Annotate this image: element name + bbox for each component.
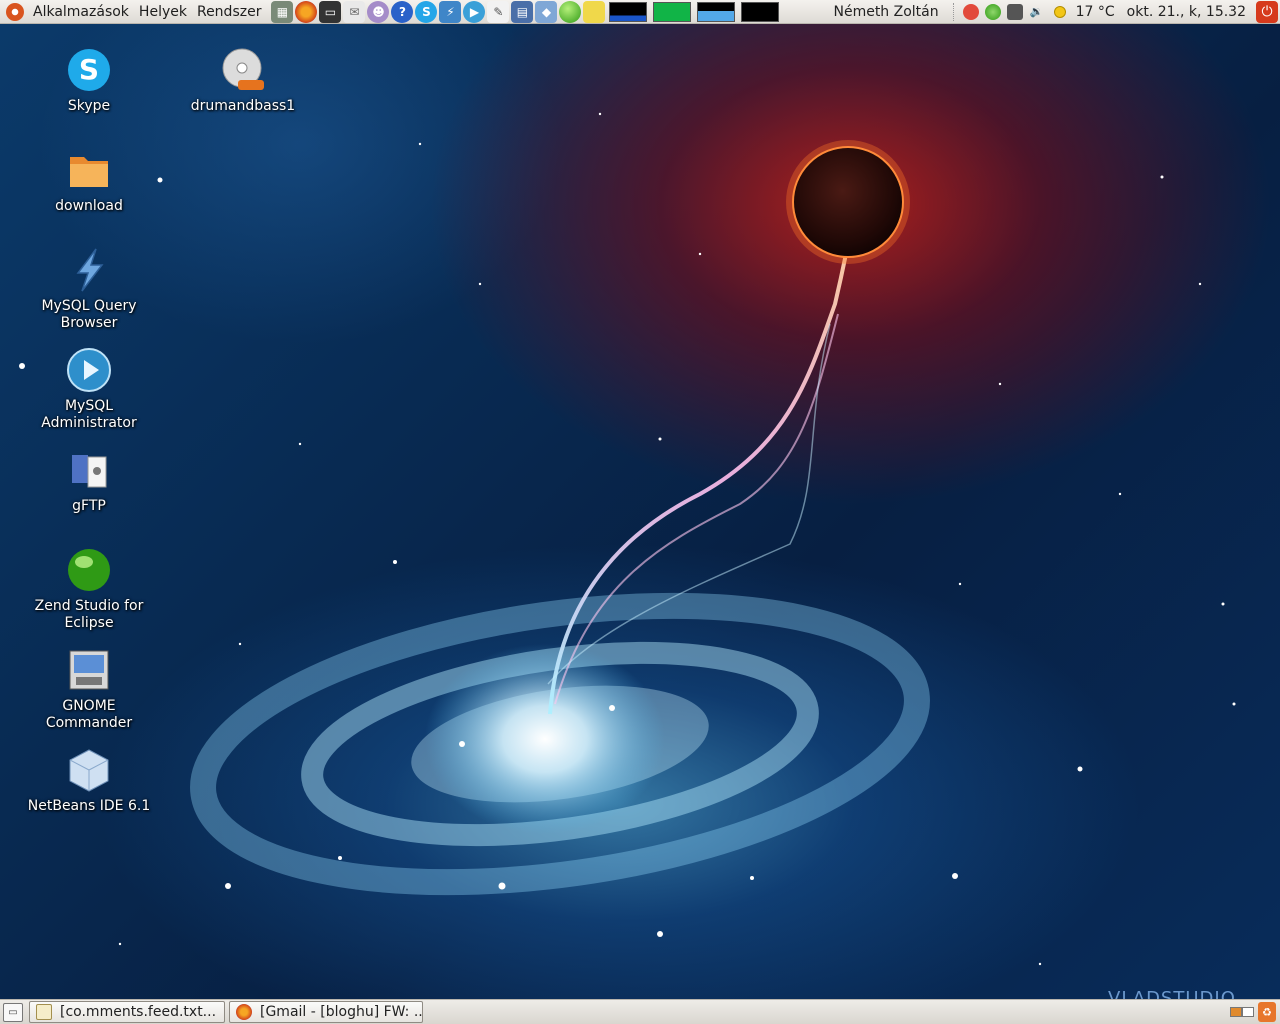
text-editor-icon xyxy=(36,1004,52,1020)
trash-icon[interactable]: ♻ xyxy=(1258,1002,1276,1022)
mail-icon[interactable]: ✉ xyxy=(343,0,366,23)
svg-text:S: S xyxy=(79,53,99,86)
desktop-icon-label: NetBeans IDE 6.1 xyxy=(27,798,151,814)
taskbar-item-text-editor[interactable]: [co.mments.feed.txt... xyxy=(29,1001,225,1023)
desktop-icon-label: MySQL Query Browser xyxy=(41,298,137,331)
wallpaper-watermark: VLADSTUDIO xyxy=(1108,988,1236,999)
gftp-icon xyxy=(65,446,113,494)
power-icon[interactable]: ⏻ xyxy=(1256,0,1278,23)
play-icon[interactable]: ▶ xyxy=(463,0,486,23)
desktop-icon-mysql-query-browser[interactable]: MySQL Query Browser xyxy=(14,246,164,332)
desktop-icon-skype[interactable]: S Skype xyxy=(14,46,164,115)
desktop-icon-label: download xyxy=(55,198,123,214)
menu-places[interactable]: Helyek xyxy=(134,0,192,24)
taskbar-item-firefox[interactable]: [Gmail - [bloghu] FW: ... xyxy=(229,1001,423,1023)
cube-icon xyxy=(65,746,113,794)
taskbar-item-label: [Gmail - [bloghu] FW: ... xyxy=(260,1004,423,1020)
desktop-icon-drumandbass1[interactable]: drumandbass1 xyxy=(168,46,318,115)
desktop-icon-label: Zend Studio for Eclipse xyxy=(34,598,144,631)
network-icon[interactable] xyxy=(1006,3,1023,20)
memory-monitor-icon[interactable] xyxy=(653,1,692,22)
lightning-icon xyxy=(65,246,113,294)
folder-icon xyxy=(65,146,113,194)
help-icon[interactable]: ? xyxy=(391,0,414,23)
calculator-icon[interactable]: ▦ xyxy=(271,0,294,23)
desktop-icon-label: Skype xyxy=(67,98,111,114)
panel-separator xyxy=(952,2,956,21)
system-tray: Németh Zoltán 🔉 17 °C okt. 21., k, 15.32… xyxy=(827,0,1280,24)
desktop-wallpaper: VLADSTUDIO xyxy=(0,24,1280,999)
desktop-icon-mysql-administrator[interactable]: MySQL Administrator xyxy=(14,346,164,432)
clock[interactable]: okt. 21., k, 15.32 xyxy=(1121,4,1252,20)
desktop-icon-download[interactable]: download xyxy=(14,146,164,215)
pidgin-icon[interactable]: ☻ xyxy=(367,0,390,23)
dvd-disc-icon xyxy=(219,46,267,94)
workspace-1[interactable] xyxy=(1230,1007,1242,1017)
wallpaper-art xyxy=(19,112,1236,966)
skype-icon: S xyxy=(65,46,113,94)
file-manager-icon[interactable]: ▤ xyxy=(511,0,534,23)
network-monitor-icon[interactable] xyxy=(697,1,736,22)
play-icon xyxy=(65,346,113,394)
temperature[interactable]: 17 °C xyxy=(1070,4,1121,20)
volume-icon[interactable]: 🔉 xyxy=(1029,4,1045,20)
top-panel: Alkalmazások Helyek Rendszer ▦ ▭ ✉ ☻ ? S… xyxy=(0,0,1280,24)
file-manager-icon xyxy=(65,646,113,694)
show-desktop-button[interactable]: ▭ xyxy=(3,1002,23,1022)
user-name[interactable]: Németh Zoltán xyxy=(827,4,948,20)
workspace-switcher[interactable] xyxy=(1230,1007,1254,1017)
workspace-2[interactable] xyxy=(1242,1007,1254,1017)
cube-icon[interactable]: ◆ xyxy=(535,0,558,23)
taskbar-item-label: [co.mments.feed.txt... xyxy=(60,1004,217,1020)
firefox-icon[interactable] xyxy=(295,0,318,23)
ubuntu-logo-icon[interactable] xyxy=(6,2,24,21)
launcher-bar: ▦ ▭ ✉ ☻ ? S ⚡ ▶ ✎ ▤ ◆ xyxy=(270,0,782,23)
cpu-monitor-icon[interactable] xyxy=(609,1,648,22)
desktop-icon-gnome-commander[interactable]: GNOME Commander xyxy=(14,646,164,732)
firefox-icon xyxy=(236,1004,252,1020)
weather-sun-icon[interactable] xyxy=(1053,5,1066,18)
folder-icon[interactable] xyxy=(583,0,606,23)
desktop-icon-label: gFTP xyxy=(72,498,106,514)
document-icon[interactable]: ✎ xyxy=(487,0,510,23)
messenger-status-icon[interactable] xyxy=(962,3,979,20)
bottom-panel: ▭ [co.mments.feed.txt... [Gmail - [blogh… xyxy=(0,999,1280,1024)
desktop-icon-label: MySQL Administrator xyxy=(41,398,137,431)
lightning-icon[interactable]: ⚡ xyxy=(439,0,462,23)
show-desktop-icon: ▭ xyxy=(8,1006,18,1018)
desktop-icon-netbeans[interactable]: NetBeans IDE 6.1 xyxy=(14,746,164,815)
green-ball-icon xyxy=(65,546,113,594)
desktop-icon-label: drumandbass1 xyxy=(190,98,296,114)
update-notifier-icon[interactable] xyxy=(984,3,1001,20)
green-ball-icon[interactable] xyxy=(559,0,582,23)
terminal-icon[interactable]: ▭ xyxy=(319,0,342,23)
desktop-icon-gftp[interactable]: gFTP xyxy=(14,446,164,515)
desktop-icon-label: GNOME Commander xyxy=(45,698,133,731)
desktop-icon-zend-studio[interactable]: Zend Studio for Eclipse xyxy=(14,546,164,632)
load-monitor-icon[interactable] xyxy=(741,1,780,22)
menu-system[interactable]: Rendszer xyxy=(192,0,266,24)
menu-applications[interactable]: Alkalmazások xyxy=(28,0,134,24)
skype-icon[interactable]: S xyxy=(415,0,438,23)
